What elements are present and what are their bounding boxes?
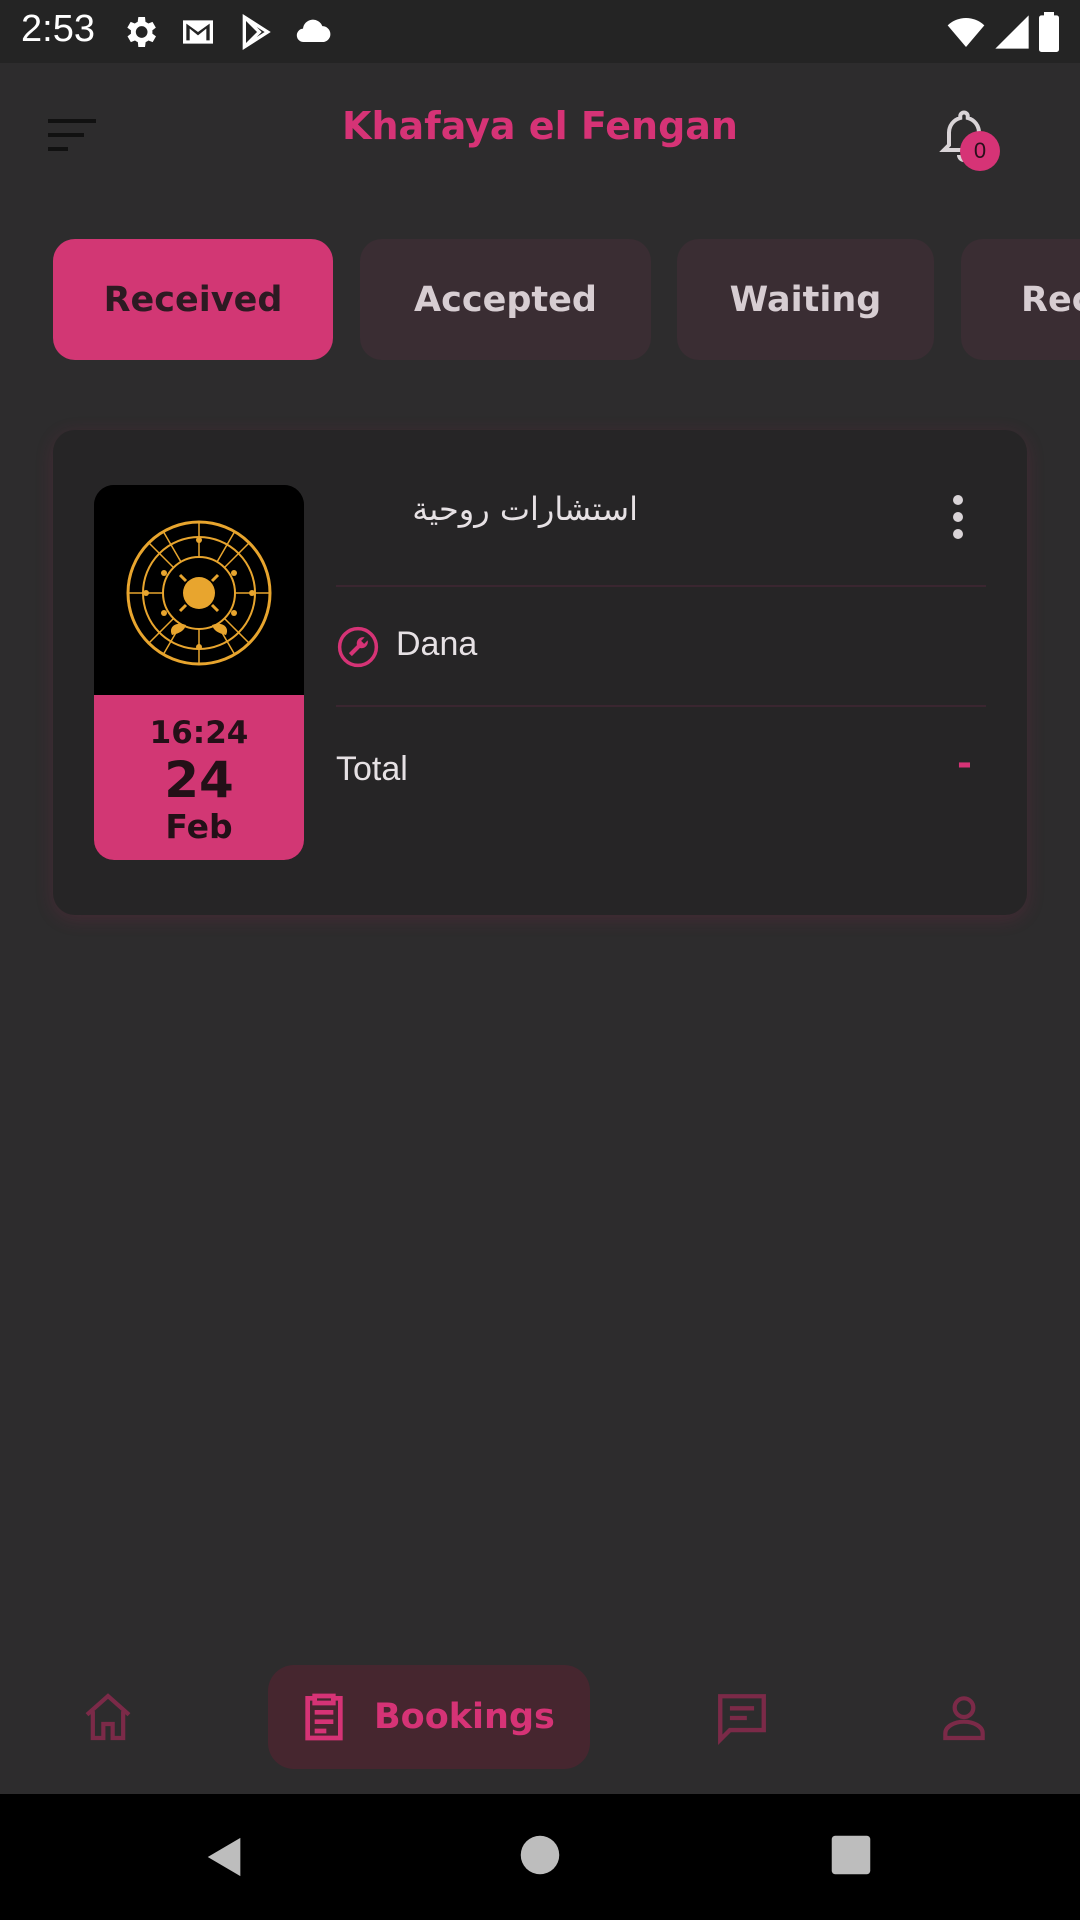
- nav-profile[interactable]: [936, 1665, 996, 1769]
- nav-messages[interactable]: [712, 1665, 776, 1769]
- tab-received[interactable]: Received: [53, 239, 333, 360]
- chat-icon: [718, 1694, 766, 1746]
- cloud-icon: [296, 19, 331, 43]
- battery-icon: [1039, 12, 1059, 52]
- status-bar: 2:53: [0, 0, 1080, 63]
- play-store-icon: [242, 13, 271, 51]
- provider-name: Dana: [396, 625, 478, 663]
- service-title: استشارات روحية: [412, 490, 638, 528]
- app-title: Khafaya el Fengan: [342, 104, 738, 148]
- signal-icon: [995, 15, 1029, 49]
- booking-month: Feb: [165, 807, 233, 846]
- recents-icon[interactable]: [830, 1834, 872, 1876]
- divider: [336, 585, 986, 587]
- notification-badge: 0: [960, 131, 1000, 171]
- tab-waiting[interactable]: Waiting: [677, 239, 934, 360]
- tab-accepted[interactable]: Accepted: [360, 239, 651, 360]
- tab-rec[interactable]: Rec: [961, 239, 1080, 360]
- more-options-icon[interactable]: [943, 492, 973, 542]
- divider: [336, 705, 986, 707]
- total-value: -: [957, 743, 972, 784]
- settings-icon: [127, 17, 156, 47]
- system-nav-bar: [0, 1794, 1080, 1920]
- total-label: Total: [336, 750, 408, 788]
- booking-thumbnail: 16:24 24 Feb: [94, 485, 304, 860]
- screen: 2:53 Khafaya el Fengan 0 Received Accept…: [0, 0, 1080, 1920]
- wifi-icon: [947, 18, 985, 47]
- home-button-icon[interactable]: [519, 1834, 561, 1876]
- profile-icon: [943, 1696, 985, 1741]
- nav-bookings-label: Bookings: [374, 1697, 555, 1737]
- nav-bookings[interactable]: Bookings: [268, 1665, 590, 1769]
- booking-day: 24: [164, 751, 234, 809]
- zodiac-wheel-image: [94, 485, 304, 695]
- clipboard-icon: [305, 1693, 343, 1741]
- booking-time: 16:24: [149, 715, 249, 751]
- back-icon[interactable]: [202, 1834, 248, 1880]
- home-icon: [85, 1693, 131, 1741]
- nav-home[interactable]: [78, 1665, 138, 1769]
- gmail-icon: [183, 20, 213, 44]
- status-time: 2:53: [21, 8, 95, 50]
- wrench-icon: [337, 626, 379, 668]
- booking-date-box: 16:24 24 Feb: [94, 695, 304, 860]
- booking-card[interactable]: 16:24 24 Feb استشارات روحية Dana Total -: [53, 430, 1027, 915]
